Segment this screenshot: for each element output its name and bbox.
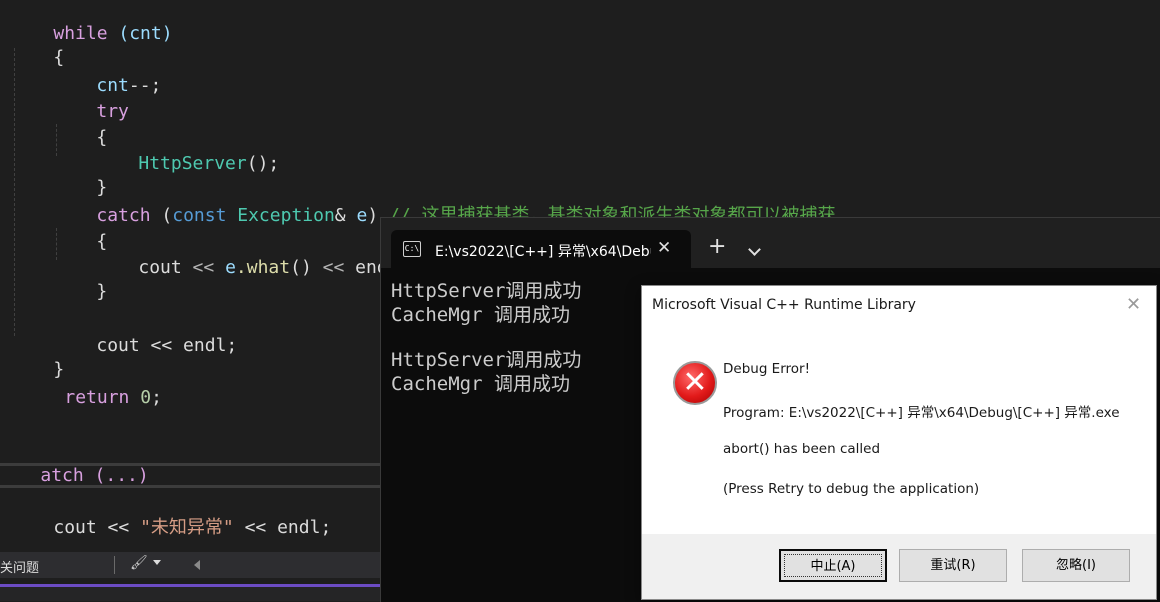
terminal-tab[interactable]: C:\ E:\vs2022\[C++] 异常\x64\Debug\[C++] 异… [391, 230, 691, 269]
call-parens: () [290, 257, 323, 278]
error-icon: ✕ [673, 361, 717, 405]
runtime-error-dialog[interactable]: Microsoft Visual C++ Runtime Library ✕ ✕… [641, 285, 1157, 600]
status-divider [114, 556, 115, 574]
editor-status-bar: 关问题 🖌 [0, 552, 380, 578]
brace: } [96, 281, 108, 302]
catch-all-text: atch (...) [40, 465, 149, 486]
x-mark-icon: ✕ [682, 365, 708, 400]
retry-hint: (Press Retry to debug the application) [723, 481, 980, 497]
arrow-left-icon [194, 560, 200, 570]
function-httpserver: HttpServer [138, 153, 247, 174]
call-parens: (); [246, 153, 280, 174]
stream-op: << [192, 257, 215, 278]
issues-label[interactable]: 关问题 [0, 557, 39, 576]
cout-token: cout [138, 257, 193, 278]
close-icon[interactable]: ✕ [657, 238, 671, 258]
keyword-const: const [172, 205, 227, 226]
error-heading: Debug Error! [723, 361, 811, 377]
cout-token: cout << [53, 517, 141, 538]
code-cleanup-brush-icon[interactable]: 🖌 [130, 555, 148, 571]
method-what: .what [235, 257, 291, 278]
variable-e: e [345, 205, 368, 226]
error-message: abort() has been called [723, 441, 881, 457]
terminal-output-line: HttpServer调用成功 [391, 349, 582, 371]
terminal-titlebar[interactable]: C:\ E:\vs2022\[C++] 异常\x64\Debug\[C++] 异… [381, 218, 1160, 269]
dialog-button-bar: 中止(A) 重试(R) 忽略(I) [642, 534, 1156, 599]
stream-op: << [322, 257, 345, 278]
chevron-down-icon[interactable] [748, 243, 761, 256]
editor-split-divider[interactable] [0, 463, 380, 466]
decrement-op: --; [128, 75, 162, 96]
ignore-button[interactable]: 忽略(I) [1022, 549, 1130, 582]
variable-e: e [214, 257, 236, 278]
paren: ( [150, 205, 173, 226]
close-icon[interactable]: ✕ [1126, 294, 1141, 315]
new-tab-button[interactable]: + [708, 236, 726, 258]
terminal-icon: C:\ [403, 241, 421, 257]
terminal-output-line: HttpServer调用成功 [391, 280, 582, 302]
dialog-title: Microsoft Visual C++ Runtime Library [652, 297, 916, 313]
string-literal: "未知异常" [140, 517, 234, 538]
ampersand: & [334, 205, 346, 226]
scroll-left-button[interactable] [186, 552, 210, 578]
type-exception: Exception [226, 205, 335, 226]
endl-token: << endl; [233, 517, 332, 538]
chevron-down-icon[interactable] [153, 560, 161, 565]
number-literal: 0 [129, 387, 152, 408]
cout-endl-text: cout << endl; [96, 335, 238, 356]
while-condition: (cnt) [107, 23, 173, 44]
code-line-return: return 0; [21, 362, 162, 434]
terminal-output-line: CacheMgr 调用成功 [391, 373, 570, 395]
terminal-output-line: CacheMgr 调用成功 [391, 304, 570, 326]
retry-button[interactable]: 重试(R) [899, 549, 1007, 582]
bottom-strip [0, 587, 380, 601]
abort-button[interactable]: 中止(A) [779, 549, 887, 582]
terminal-tab-title: E:\vs2022\[C++] 异常\x64\Debug\[C++] 异常.ex… [435, 244, 651, 260]
keyword-return: return [64, 387, 130, 408]
program-path: Program: E:\vs2022\[C++] 异常\x64\Debug\[C… [723, 405, 1120, 421]
semicolon: ; [151, 387, 162, 408]
editor-split-divider[interactable] [0, 485, 380, 488]
